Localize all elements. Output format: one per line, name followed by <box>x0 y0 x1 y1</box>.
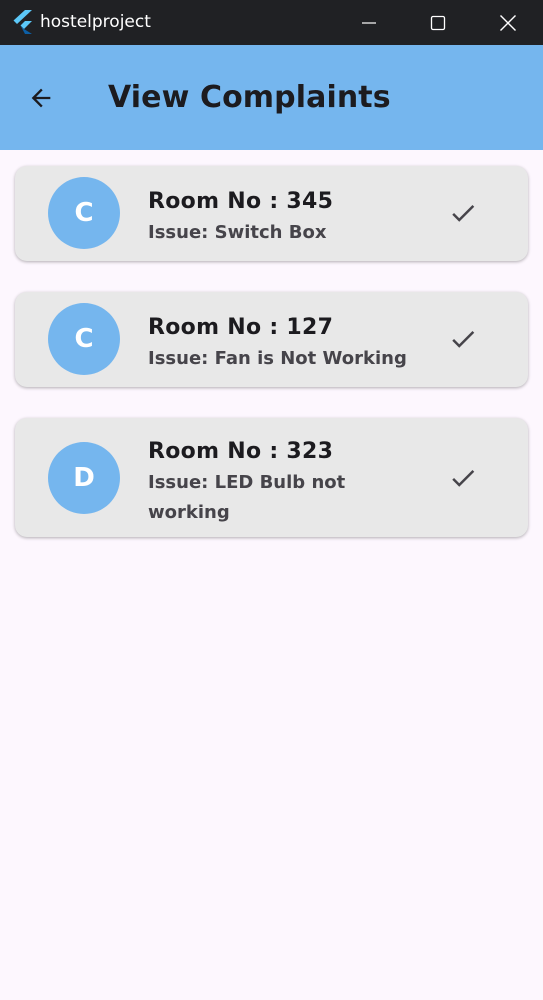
check-icon <box>452 330 475 348</box>
complaint-text: Room No : 127 Issue: Fan is Not Working <box>148 312 418 374</box>
room-number: Room No : 127 <box>148 315 334 340</box>
avatar: C <box>48 303 120 375</box>
issue-text: Issue: LED Bulb not working <box>148 472 346 523</box>
window-titlebar: hostelproject <box>0 0 543 45</box>
resolve-button[interactable] <box>442 457 484 499</box>
issue-text: Issue: Fan is Not Working <box>148 348 407 369</box>
flutter-logo-icon <box>13 10 32 34</box>
check-icon <box>452 469 475 487</box>
complaint-card[interactable]: C Room No : 127 Issue: Fan is Not Workin… <box>15 292 528 387</box>
minimize-button[interactable] <box>334 0 404 45</box>
resolve-button[interactable] <box>442 318 484 360</box>
back-button[interactable] <box>18 75 64 121</box>
avatar: C <box>48 177 120 249</box>
arrow-left-icon <box>31 88 51 108</box>
room-number: Room No : 345 <box>148 189 334 214</box>
maximize-icon <box>430 15 446 30</box>
app-bar: View Complaints <box>0 45 543 150</box>
minimize-icon <box>362 21 376 24</box>
complaint-card[interactable]: C Room No : 345 Issue: Switch Box <box>15 166 528 261</box>
complaints-list: C Room No : 345 Issue: Switch Box C Room… <box>15 166 528 568</box>
check-icon <box>452 204 475 222</box>
maximize-button[interactable] <box>403 0 473 45</box>
complaint-card[interactable]: D Room No : 323 Issue: LED Bulb not work… <box>15 418 528 537</box>
issue-text: Issue: Switch Box <box>148 222 327 243</box>
complaint-text: Room No : 345 Issue: Switch Box <box>148 186 418 248</box>
complaint-text: Room No : 323 Issue: LED Bulb not workin… <box>148 436 418 528</box>
avatar: D <box>48 442 120 514</box>
window-title: hostelproject <box>40 12 151 32</box>
room-number: Room No : 323 <box>148 439 334 464</box>
resolve-button[interactable] <box>442 192 484 234</box>
close-icon <box>500 14 516 31</box>
page-title: View Complaints <box>108 80 391 115</box>
close-button[interactable] <box>473 0 543 45</box>
